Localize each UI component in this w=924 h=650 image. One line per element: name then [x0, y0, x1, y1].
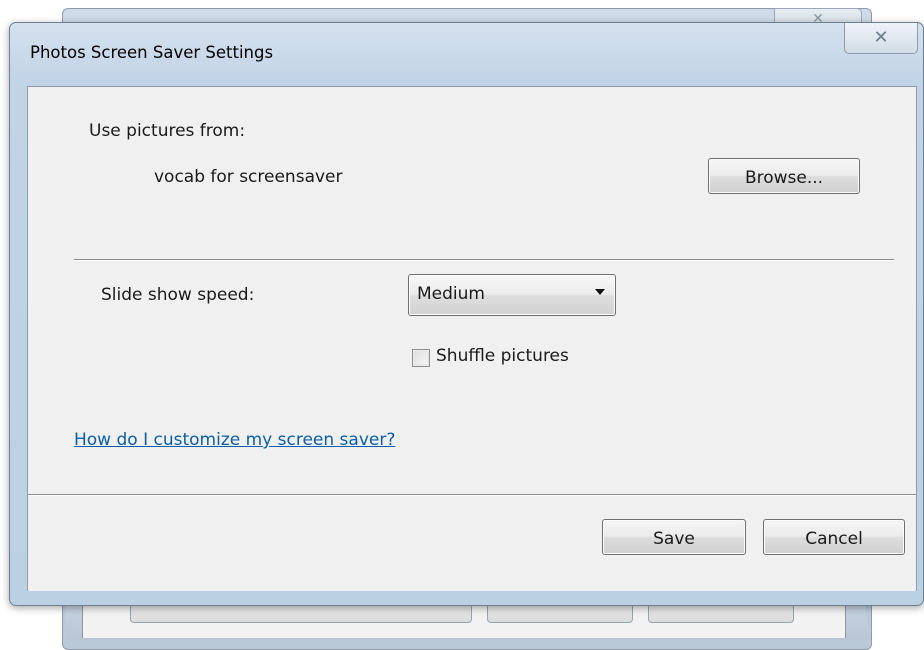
screen-saver-settings-dialog: Photos Screen Saver Settings ✕ Use pictu… — [9, 22, 924, 606]
shuffle-pictures-label[interactable]: Shuffle pictures — [436, 346, 569, 366]
slide-show-speed-value: Medium — [417, 284, 485, 304]
chevron-down-icon — [595, 289, 605, 295]
dialog-title: Photos Screen Saver Settings — [30, 43, 274, 62]
use-pictures-from-label: Use pictures from: — [89, 121, 246, 141]
close-icon: ✕ — [873, 27, 889, 48]
shuffle-pictures-checkbox[interactable] — [412, 349, 430, 367]
picture-folder-name: vocab for screensaver — [154, 167, 343, 187]
section-divider — [74, 259, 894, 261]
dialog-footer: Save Cancel — [28, 495, 916, 591]
save-button[interactable]: Save — [602, 519, 746, 555]
help-link[interactable]: How do I customize my screen saver? — [74, 430, 395, 450]
cancel-button[interactable]: Cancel — [763, 519, 905, 555]
dialog-content: Use pictures from: vocab for screensaver… — [27, 86, 917, 591]
slide-show-speed-select[interactable]: Medium — [408, 274, 616, 316]
slide-show-speed-label: Slide show speed: — [101, 285, 255, 305]
browse-button[interactable]: Browse... — [708, 158, 860, 194]
close-button[interactable]: ✕ — [844, 23, 918, 54]
